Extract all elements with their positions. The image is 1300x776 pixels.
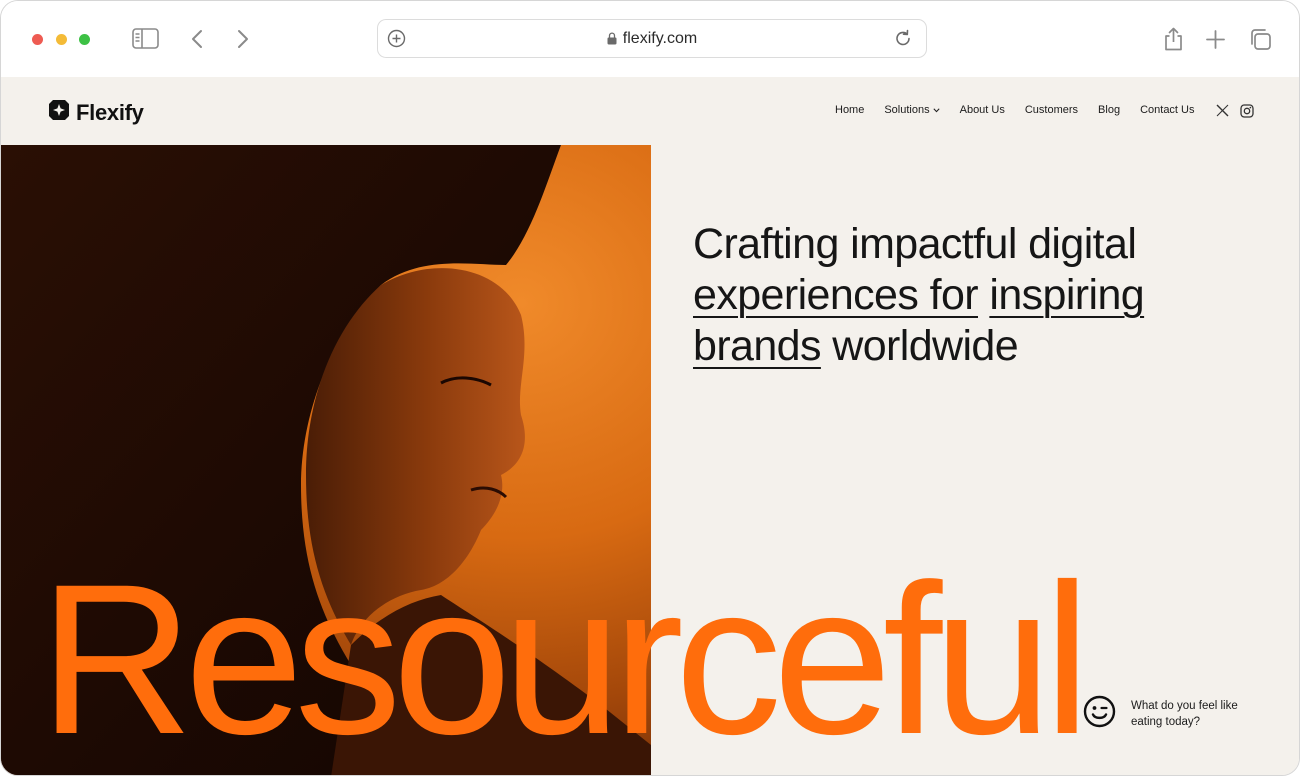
headline-text-2: worldwide — [832, 322, 1019, 370]
nav-home[interactable]: Home — [835, 104, 864, 116]
minimize-window-button[interactable] — [56, 34, 67, 45]
site-logo[interactable]: Flexify — [48, 99, 144, 126]
nav-contact-us[interactable]: Contact Us — [1140, 104, 1194, 116]
hero-headline: Crafting impactful digital experiences f… — [693, 219, 1213, 372]
nav-contact-us-label: Contact Us — [1140, 104, 1195, 116]
browser-toolbar: flexify.com — [1, 1, 1299, 77]
nav-blog[interactable]: Blog — [1098, 104, 1120, 116]
forward-icon[interactable] — [236, 29, 250, 49]
share-icon[interactable] — [1163, 27, 1184, 51]
logo-text: Flexify — [76, 99, 144, 125]
flexify-logo-icon — [48, 99, 70, 126]
reload-icon[interactable] — [894, 29, 912, 48]
url-display[interactable]: flexify.com — [378, 20, 926, 57]
site-header: Flexify Home Solutions About Us Customer… — [1, 77, 1299, 145]
nav-about-us-label: About Us — [959, 104, 1005, 116]
main-nav: Home Solutions About Us Customers Blog C… — [835, 104, 1215, 116]
nav-home-label: Home — [835, 104, 865, 116]
close-window-button[interactable] — [32, 34, 43, 45]
zoom-window-button[interactable] — [79, 34, 90, 45]
back-icon[interactable] — [190, 29, 204, 49]
nav-blog-label: Blog — [1098, 104, 1121, 116]
nav-solutions-label: Solutions — [884, 104, 930, 116]
hero-big-word: Resourceful — [39, 540, 1091, 776]
lock-icon — [607, 32, 617, 45]
nav-customers[interactable]: Customers — [1025, 104, 1078, 116]
headline-underlined-1: experiences for — [693, 271, 979, 319]
headline-text-1: Crafting impactful digital — [693, 220, 1137, 268]
url-text: flexify.com — [622, 29, 698, 47]
sidebar-toggle-icon[interactable] — [132, 28, 159, 49]
x-icon[interactable] — [1216, 104, 1229, 117]
browser-window: flexify.com Flexify Home Solutions About… — [0, 0, 1300, 776]
instagram-icon[interactable] — [1240, 104, 1254, 118]
nav-about-us[interactable]: About Us — [960, 104, 1005, 116]
nav-solutions[interactable]: Solutions — [884, 104, 940, 116]
tab-overview-icon[interactable] — [1249, 28, 1272, 51]
chevron-down-icon — [933, 107, 940, 113]
new-tab-icon[interactable] — [1206, 30, 1225, 49]
chat-prompt: What do you feel like eating today? — [1131, 700, 1238, 728]
address-bar[interactable]: flexify.com — [377, 19, 927, 58]
web-page: Flexify Home Solutions About Us Customer… — [1, 77, 1299, 776]
nav-customers-label: Customers — [1024, 104, 1079, 116]
smiley-icon[interactable] — [1083, 695, 1116, 733]
chat-widget[interactable]: What do you feel like eating today? — [1083, 695, 1261, 733]
